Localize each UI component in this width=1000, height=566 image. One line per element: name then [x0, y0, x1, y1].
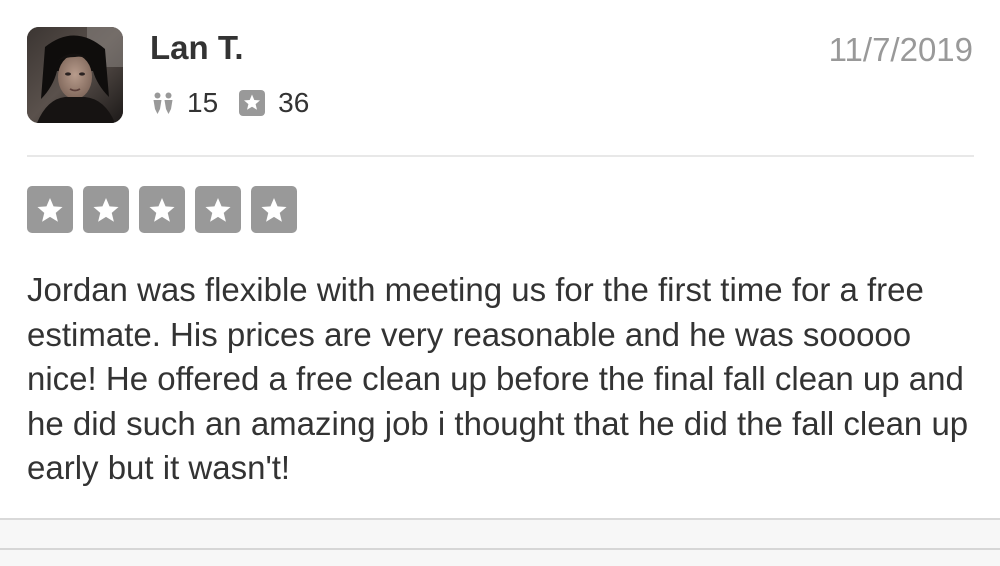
separator-line [0, 548, 1000, 550]
user-stats: 15 36 [151, 86, 309, 120]
rating-star-icon [27, 186, 73, 233]
review-text: Jordan was flexible with meeting us for … [27, 271, 969, 487]
rating-star-icon [83, 186, 129, 233]
friends-icon [151, 91, 175, 115]
user-avatar[interactable] [27, 27, 123, 123]
rating-star-icon [139, 186, 185, 233]
user-photo-icon [27, 27, 123, 123]
header-divider [27, 155, 974, 157]
review-date: 11/7/2019 [828, 31, 973, 68]
reviews-count: 36 [278, 87, 310, 118]
user-name[interactable]: Lan T. [150, 28, 244, 68]
next-review-separator [0, 518, 1000, 566]
rating-star-icon [195, 186, 241, 233]
star-icon [239, 90, 266, 116]
review-card: Lan T. 11/7/2019 15 36 Jordan was flexib… [0, 0, 1000, 520]
rating-star-icon [251, 186, 297, 233]
star-rating [27, 186, 297, 233]
friends-count: 15 [187, 87, 219, 118]
